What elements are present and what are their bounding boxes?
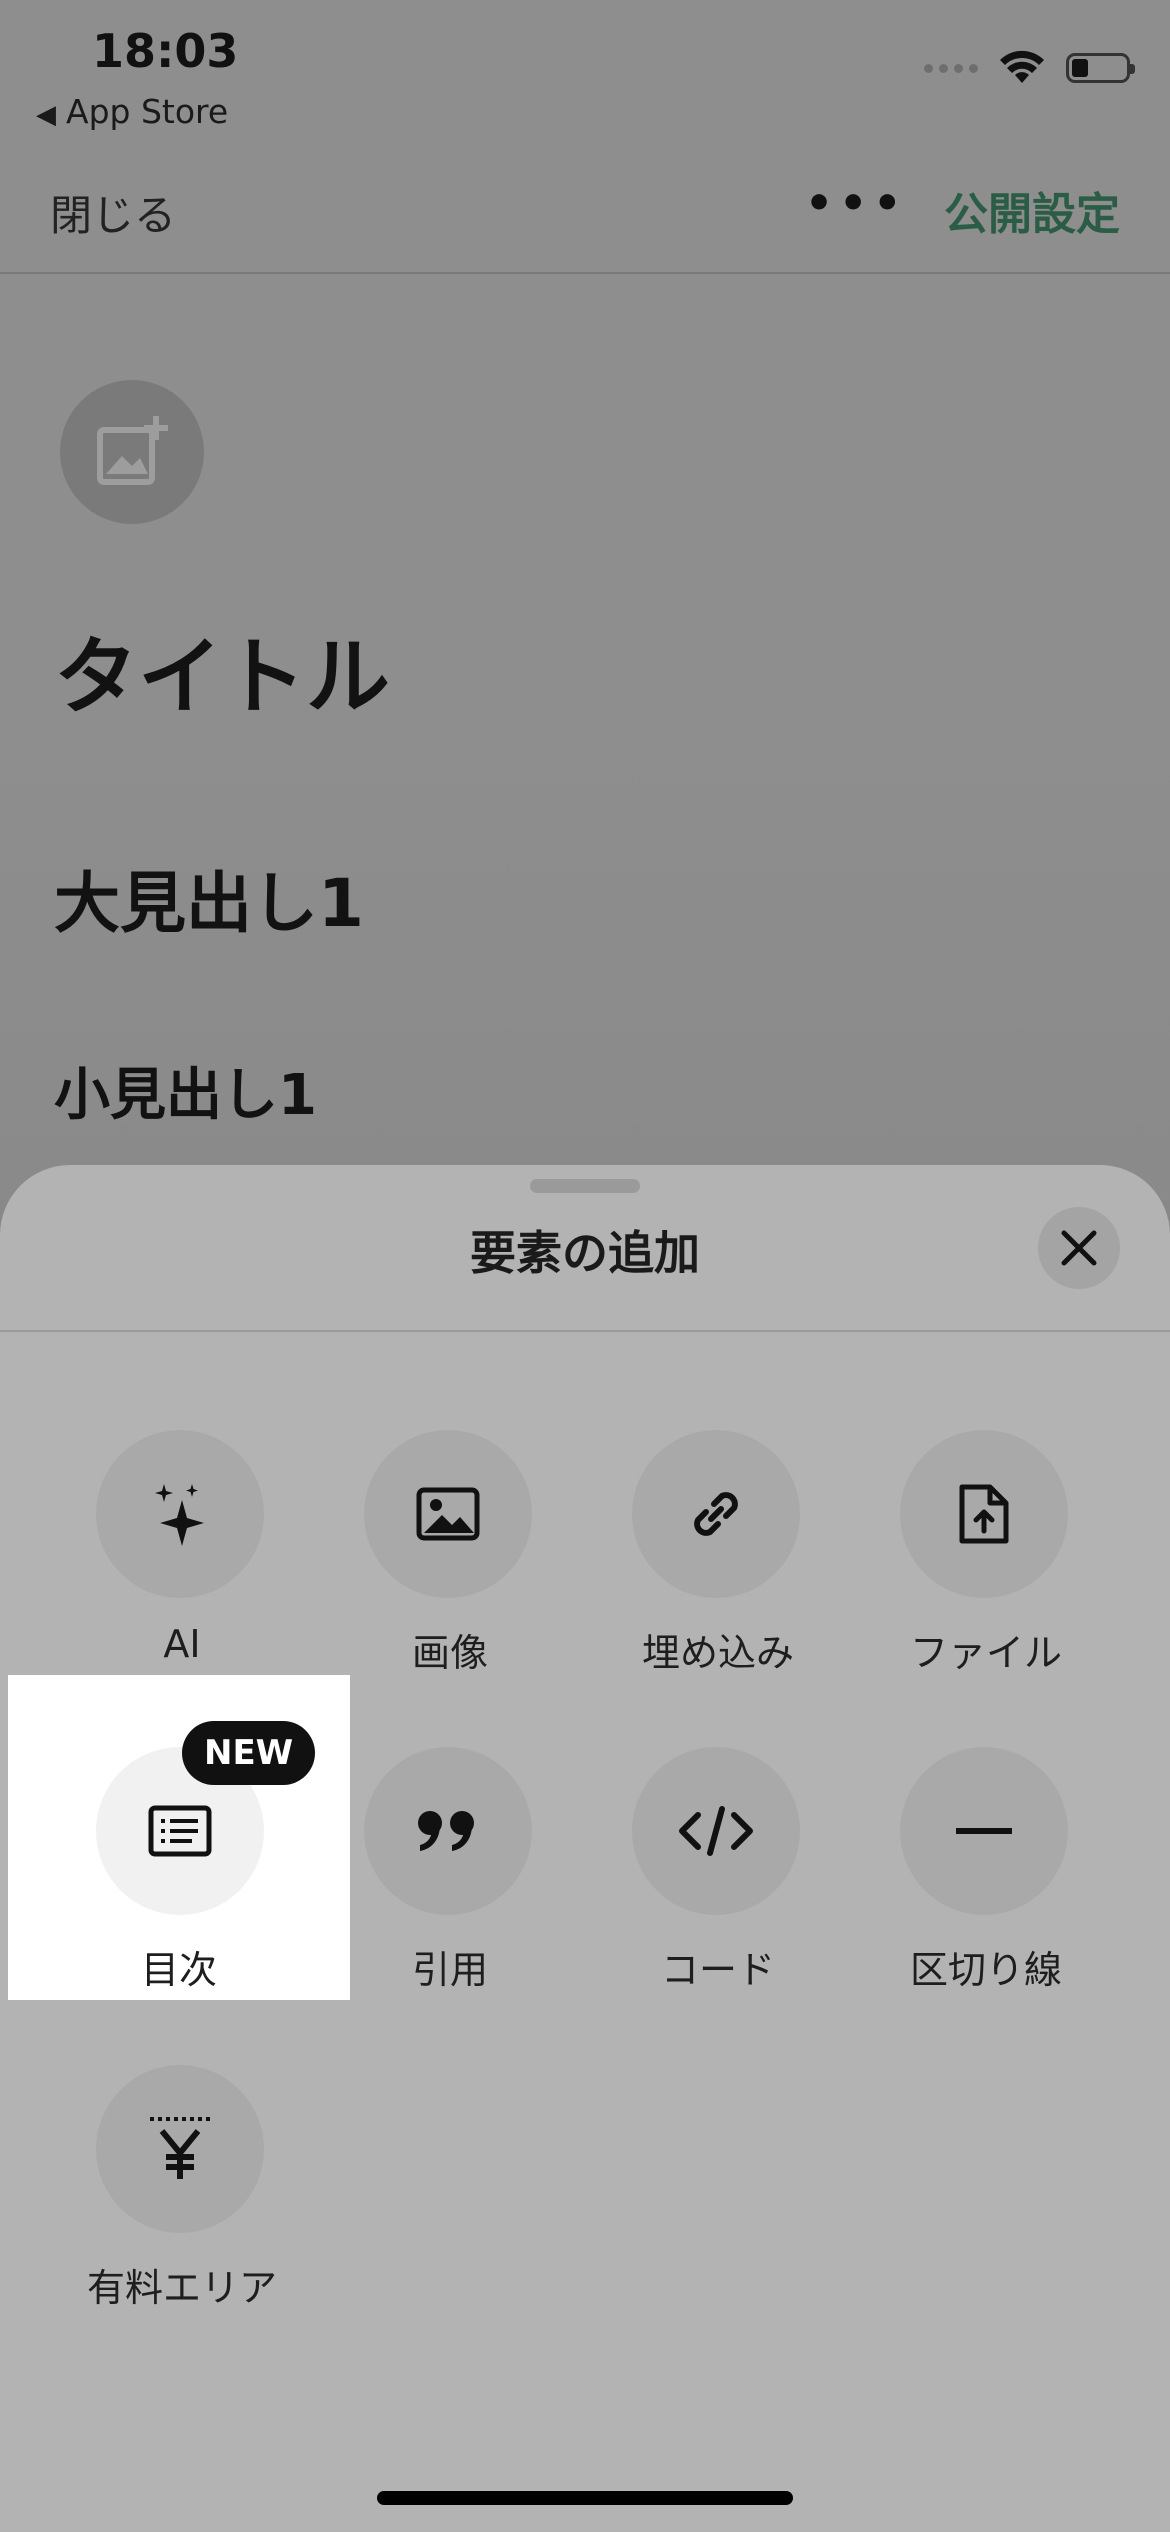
sheet-divider [0,1330,1170,1332]
link-icon [694,1492,738,1536]
element-file-label: ファイル [909,1631,1062,1675]
back-app-label: App Store [66,92,229,131]
element-toc-label: 目次 [140,1948,217,1992]
element-code-label: コード [660,1948,775,1992]
editor-top-bar: 閉じる ••• 公開設定 [0,160,1170,274]
element-file[interactable]: ファイル [852,1430,1120,1750]
file-upload-icon [959,1484,1009,1544]
sparkles-icon [155,1484,204,1546]
table-of-contents-icon [148,1805,212,1857]
element-ai-label: AI [163,1622,201,1666]
publish-settings-button[interactable]: 公開設定 [944,178,1120,242]
status-indicators [924,50,1135,86]
element-image-circle [364,1430,532,1598]
divider-line-icon [956,1828,1012,1834]
add-image-icon [97,416,168,485]
back-to-app-store[interactable]: ◀ App Store [36,92,228,131]
close-button[interactable]: 閉じる [50,182,176,243]
status-time: 18:03 [92,24,239,78]
element-quote-circle [364,1747,532,1915]
quote-icon [418,1811,474,1851]
add-element-sheet: 要素の追加 AI 画像 埋め込み ファイル NEW 目次 引用 コード 区切り線… [0,1165,1170,2532]
small-heading[interactable]: 小見出し1 [54,1050,317,1131]
element-image-label: 画像 [411,1631,488,1675]
code-icon [679,1806,753,1856]
element-divider[interactable]: 区切り線 [852,1747,1120,2067]
home-indicator[interactable] [377,2491,793,2505]
element-paid-area[interactable]: 有料エリア [48,2065,316,2385]
element-code[interactable]: コード [584,1747,852,2067]
sheet-close-button[interactable] [1038,1207,1120,1289]
element-ai-circle [96,1430,264,1598]
close-icon [1061,1230,1097,1266]
large-heading[interactable]: 大見出し1 [54,850,364,946]
add-cover-image-button[interactable] [60,380,204,524]
element-file-circle [900,1430,1068,1598]
element-paid-area-label: 有料エリア [86,2266,277,2310]
cellular-signal-icon [924,63,978,73]
sheet-grabber[interactable] [530,1179,640,1193]
title-placeholder[interactable]: タイトル [54,610,390,731]
element-code-circle [632,1747,800,1915]
element-paid-area-circle [96,2065,264,2233]
sheet-title: 要素の追加 [470,1226,700,1280]
new-badge: NEW [182,1721,316,1785]
element-quote[interactable]: 引用 [316,1747,584,2067]
wifi-icon [1000,50,1044,83]
element-embed[interactable]: 埋め込み [584,1430,852,1750]
element-divider-circle [900,1747,1068,1915]
element-embed-label: 埋め込み [641,1631,794,1675]
more-options-button[interactable]: ••• [805,178,907,229]
element-divider-label: 区切り線 [909,1948,1062,1992]
element-table-of-contents[interactable]: NEW 目次 [8,1675,350,2000]
element-quote-label: 引用 [411,1948,488,1992]
element-embed-circle [632,1430,800,1598]
element-image[interactable]: 画像 [316,1430,584,1750]
yen-paid-area-icon [150,2117,210,2179]
image-icon [416,1487,480,1541]
back-triangle-icon: ◀ [36,100,56,130]
battery-icon [1066,53,1135,83]
